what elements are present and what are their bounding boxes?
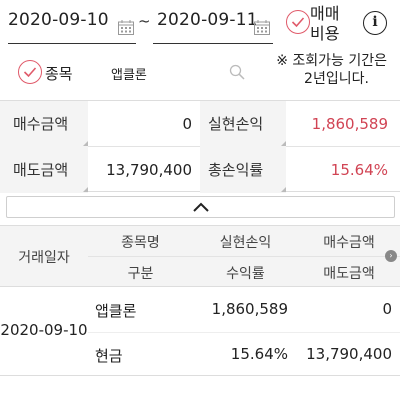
header-sell-amount: 매도금액 — [323, 266, 375, 282]
buy-amount-value: 0 — [182, 115, 192, 133]
query-period-notice: ※ 조회가능 기간은 2년입니다. — [266, 52, 400, 88]
sell-amount-value: 13,790,400 — [106, 161, 192, 179]
scroll-indicator-icon[interactable]: › — [385, 250, 397, 262]
date-range-separator: ~ — [138, 12, 151, 30]
search-icon[interactable] — [229, 64, 245, 80]
fee-checkbox[interactable] — [286, 10, 310, 34]
stock-checkbox[interactable] — [18, 60, 42, 84]
realized-pl-value: 1,860,589 — [311, 115, 388, 133]
stock-label: 종목 — [45, 65, 73, 83]
realized-pl-label: 실현손익 — [200, 101, 286, 147]
sell-amount-label: 매도금액 — [0, 147, 88, 193]
start-date-field[interactable]: 2020-09-10 — [8, 0, 136, 44]
row-divider — [88, 332, 400, 333]
summary-panel: 매수금액 0 실현손익 1,860,589 매도금액 13,790,400 총손… — [0, 100, 400, 193]
calendar-icon[interactable] — [118, 20, 134, 35]
check-icon — [23, 67, 37, 78]
total-return-value: 15.64% — [330, 161, 388, 179]
fee-label-line2: 비용 — [310, 24, 340, 43]
end-date-value: 2020-09-11 — [157, 10, 258, 30]
header-return-rate: 수익률 — [226, 266, 265, 282]
row-trade-date: 2020-09-10 — [0, 321, 88, 339]
header-stock-name: 종목명 — [121, 235, 160, 251]
calendar-icon[interactable] — [254, 20, 270, 35]
collapse-toggle-button[interactable] — [6, 196, 395, 218]
table-header: 거래일자 종목명 실현손익 매수금액 구분 수익률 매도금액 — [0, 225, 400, 287]
row-category: 현금 — [95, 347, 123, 365]
row-sell-amount: 13,790,400 — [306, 345, 392, 363]
row-stock-name: 앱클론 — [95, 302, 137, 320]
buy-amount-label: 매수금액 — [0, 101, 88, 147]
header-buy-amount: 매수금액 — [323, 235, 375, 251]
header-trade-date: 거래일자 — [18, 250, 70, 266]
chevron-up-icon — [193, 202, 209, 212]
notice-line1: ※ 조회가능 기간은 — [276, 53, 387, 69]
stock-input[interactable]: 앱클론 — [111, 64, 147, 83]
row-buy-amount: 0 — [382, 300, 392, 318]
fee-toggle-label: 매매 비용 — [310, 4, 339, 44]
info-icon[interactable]: i — [363, 11, 387, 35]
check-icon — [291, 17, 305, 28]
row-return-rate: 15.64% — [230, 345, 288, 363]
summary-row: 매도금액 13,790,400 총손익률 15.64% — [0, 147, 400, 193]
end-date-field[interactable]: 2020-09-11 — [153, 0, 273, 44]
total-return-label: 총손익률 — [200, 147, 286, 193]
summary-row: 매수금액 0 실현손익 1,860,589 — [0, 101, 400, 147]
header-divider — [88, 256, 400, 257]
start-date-value: 2020-09-10 — [8, 10, 109, 30]
row-realized-pl: 1,860,589 — [211, 300, 288, 318]
header-realized-pl: 실현손익 — [219, 235, 272, 251]
header-category: 구분 — [127, 266, 154, 282]
notice-line2: 2년입니다. — [304, 71, 369, 87]
fee-label-line1: 매매 — [310, 4, 340, 23]
table-row[interactable]: 2020-09-10 앱클론 1,860,589 0 현금 15.64% 13,… — [0, 288, 400, 376]
